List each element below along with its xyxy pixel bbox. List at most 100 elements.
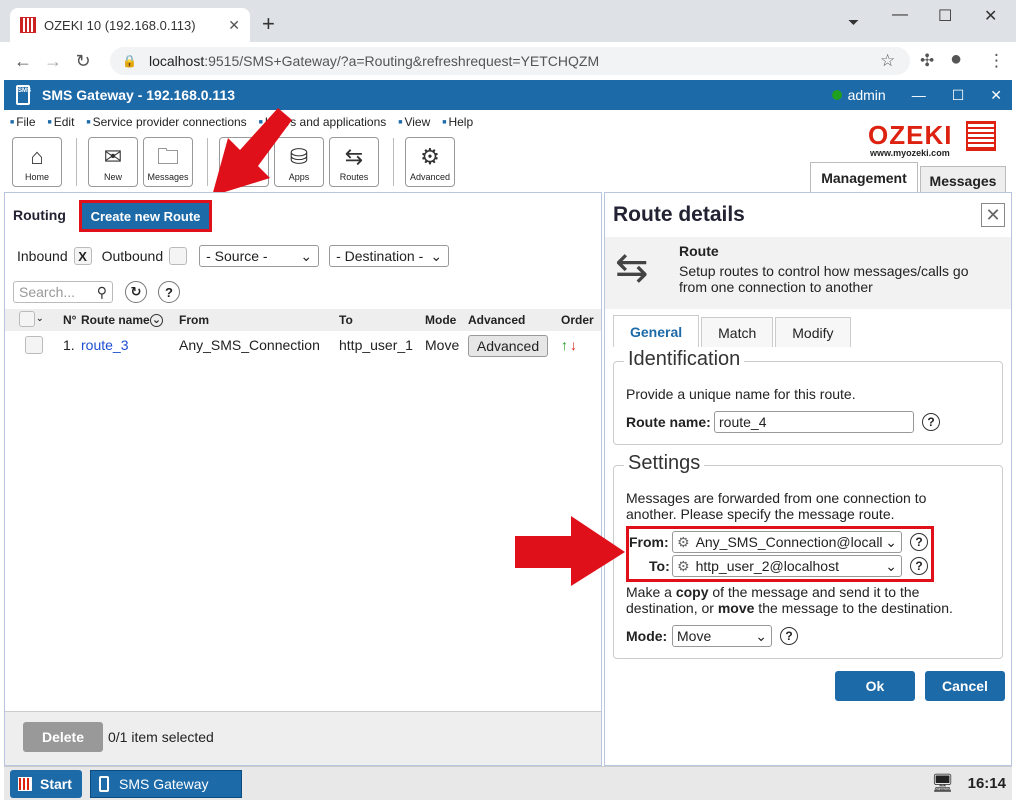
row-from: Any_SMS_Connection [179,337,320,353]
toolbar-home-label: Home [24,172,49,182]
col-order: Order [561,313,594,327]
monitor-icon[interactable]: 🖥 [931,773,954,794]
chevron-down-icon: ⌄ [885,557,897,574]
toolbar-messages-label: Messages [147,172,189,182]
col-from: From [179,313,209,327]
taskbar: Start SMS Gateway 🖥 16:14 [4,766,1012,800]
outbound-checkbox[interactable] [169,247,188,265]
app-minimize-icon[interactable]: — [912,87,926,103]
to-label: To: [649,558,670,574]
refresh-icon[interactable]: ↻ [125,281,147,303]
inbound-checkbox[interactable]: X [73,247,92,265]
url-field[interactable]: 🔒 localhost :9515/SMS+Gateway/?a=Routing… [110,47,910,75]
toolbar-new-button[interactable]: ✉ New [88,137,138,187]
delete-button[interactable]: Delete [23,722,103,752]
close-window-icon[interactable]: ✕ [984,6,997,26]
inbound-label: Inbound [17,248,68,264]
chevron-down-icon: ⌄ [755,627,767,644]
user-name[interactable]: admin [848,87,886,103]
route-details-header: ⇆ Route Setup routes to control how mess… [605,237,1011,309]
toolbar-routes-button[interactable]: ⇆ Routes [329,137,379,187]
sort-icon[interactable]: ⌄ [150,313,163,327]
select-all-checkbox[interactable] [19,311,35,327]
taskbar-sms-gateway[interactable]: SMS Gateway [90,770,242,798]
table-row[interactable]: 1. route_3 Any_SMS_Connection http_user_… [5,331,601,359]
select-all-dropdown-icon[interactable]: ⌄ [36,313,44,324]
search-input[interactable]: Search... ⚲ [13,281,113,303]
col-route-name[interactable]: Route name [81,313,150,327]
profile-avatar-icon[interactable]: ● [950,48,962,71]
new-tab-icon[interactable]: + [262,13,275,35]
help-icon[interactable]: ? [910,557,928,575]
move-up-icon[interactable]: ↑ [561,337,568,353]
details-tabs: General Match Modify [613,315,853,347]
destination-select-value: - Destination - [336,248,424,264]
back-icon[interactable]: ← [8,51,38,72]
tab-modify[interactable]: Modify [775,317,851,347]
close-tab-icon[interactable]: ✕ [228,17,240,34]
identification-desc: Provide a unique name for this route. [626,386,856,402]
browser-tab[interactable]: OZEKI 10 (192.168.0.113) ✕ [10,8,250,42]
tab-match[interactable]: Match [701,317,774,347]
tab-management[interactable]: Management [810,162,918,192]
toolbar-advanced-label: Advanced [409,172,451,182]
forward-icon[interactable]: → [38,51,68,72]
route-name-field[interactable]: route_4 [714,411,914,433]
menu-edit[interactable]: Edit [48,115,75,129]
move-down-icon[interactable]: ↓ [570,337,577,353]
profile-dropdown-icon[interactable]: ⏷ [848,14,859,31]
connection-gear-icon: ⚙ [677,533,690,550]
help-icon[interactable]: ? [780,627,798,645]
chevron-down-icon: ⌄ [430,247,443,264]
menu-view[interactable]: View [398,115,430,129]
connection-gear-icon: ⚙ [677,557,690,574]
destination-select[interactable]: - Destination - ⌄ [329,245,450,267]
copy-move-desc: Make a copy of the message and send it t… [626,584,953,616]
tab-messages[interactable]: Messages [920,166,1006,194]
sms-gateway-icon [99,776,109,792]
route-header-title: Route [679,243,719,259]
row-checkbox[interactable] [25,336,43,354]
close-icon[interactable]: ✕ [981,203,1005,227]
col-number: N° [63,313,77,327]
toolbar-advanced-button[interactable]: ⚙ Advanced [405,137,455,187]
from-select[interactable]: ⚙ Any_SMS_Connection@locall ⌄ [672,531,902,553]
row-route-name-link[interactable]: route_3 [81,337,128,353]
online-status-icon [831,90,842,100]
app-close-icon[interactable]: ✕ [990,87,1002,104]
toolbar-home-button[interactable]: ⌂ Home [12,137,62,187]
search-icon[interactable]: ⚲ [97,284,107,301]
app-maximize-icon[interactable]: ☐ [952,87,965,104]
create-new-route-button[interactable]: Create new Route [79,200,212,232]
bookmark-star-icon[interactable]: ☆ [880,51,895,71]
help-icon[interactable]: ? [910,533,928,551]
menu-help[interactable]: Help [442,115,473,129]
menu-file[interactable]: File [10,115,35,129]
mode-select-value: Move [677,628,712,644]
toolbar-messages-button[interactable]: 🗀 Messages [143,137,193,187]
red-arrow-annotation [515,516,625,586]
minimize-window-icon[interactable]: — [892,6,908,24]
cancel-button[interactable]: Cancel [925,671,1005,701]
app-title: SMS Gateway - 192.168.0.113 [42,87,236,103]
row-advanced-button[interactable]: Advanced [468,335,548,357]
start-button[interactable]: Start [10,770,82,798]
identification-legend: Identification [624,348,745,371]
toolbar-routes-label: Routes [339,172,369,182]
routing-footer: Delete 0/1 item selected [5,711,601,765]
ok-button[interactable]: Ok [835,671,915,701]
col-to: To [339,313,353,327]
to-select[interactable]: ⚙ http_user_2@localhost ⌄ [672,555,902,577]
mode-select[interactable]: Move ⌄ [672,625,772,647]
start-label: Start [40,776,72,792]
maximize-window-icon[interactable]: ☐ [938,6,952,26]
source-select[interactable]: - Source - ⌄ [199,245,320,267]
reload-icon[interactable]: ↻ [68,51,98,72]
help-icon[interactable]: ? [158,281,180,303]
tab-general[interactable]: General [613,315,700,347]
extensions-icon[interactable]: ✣ [920,51,934,71]
routes-table-header: ⌄ N° Route name ⌄ From To Mode Advanced … [5,309,601,331]
browser-menu-icon[interactable]: ⋮ [988,51,1005,71]
help-icon[interactable]: ? [922,413,940,431]
settings-fieldset: Settings Messages are forwarded from one… [613,452,1003,659]
